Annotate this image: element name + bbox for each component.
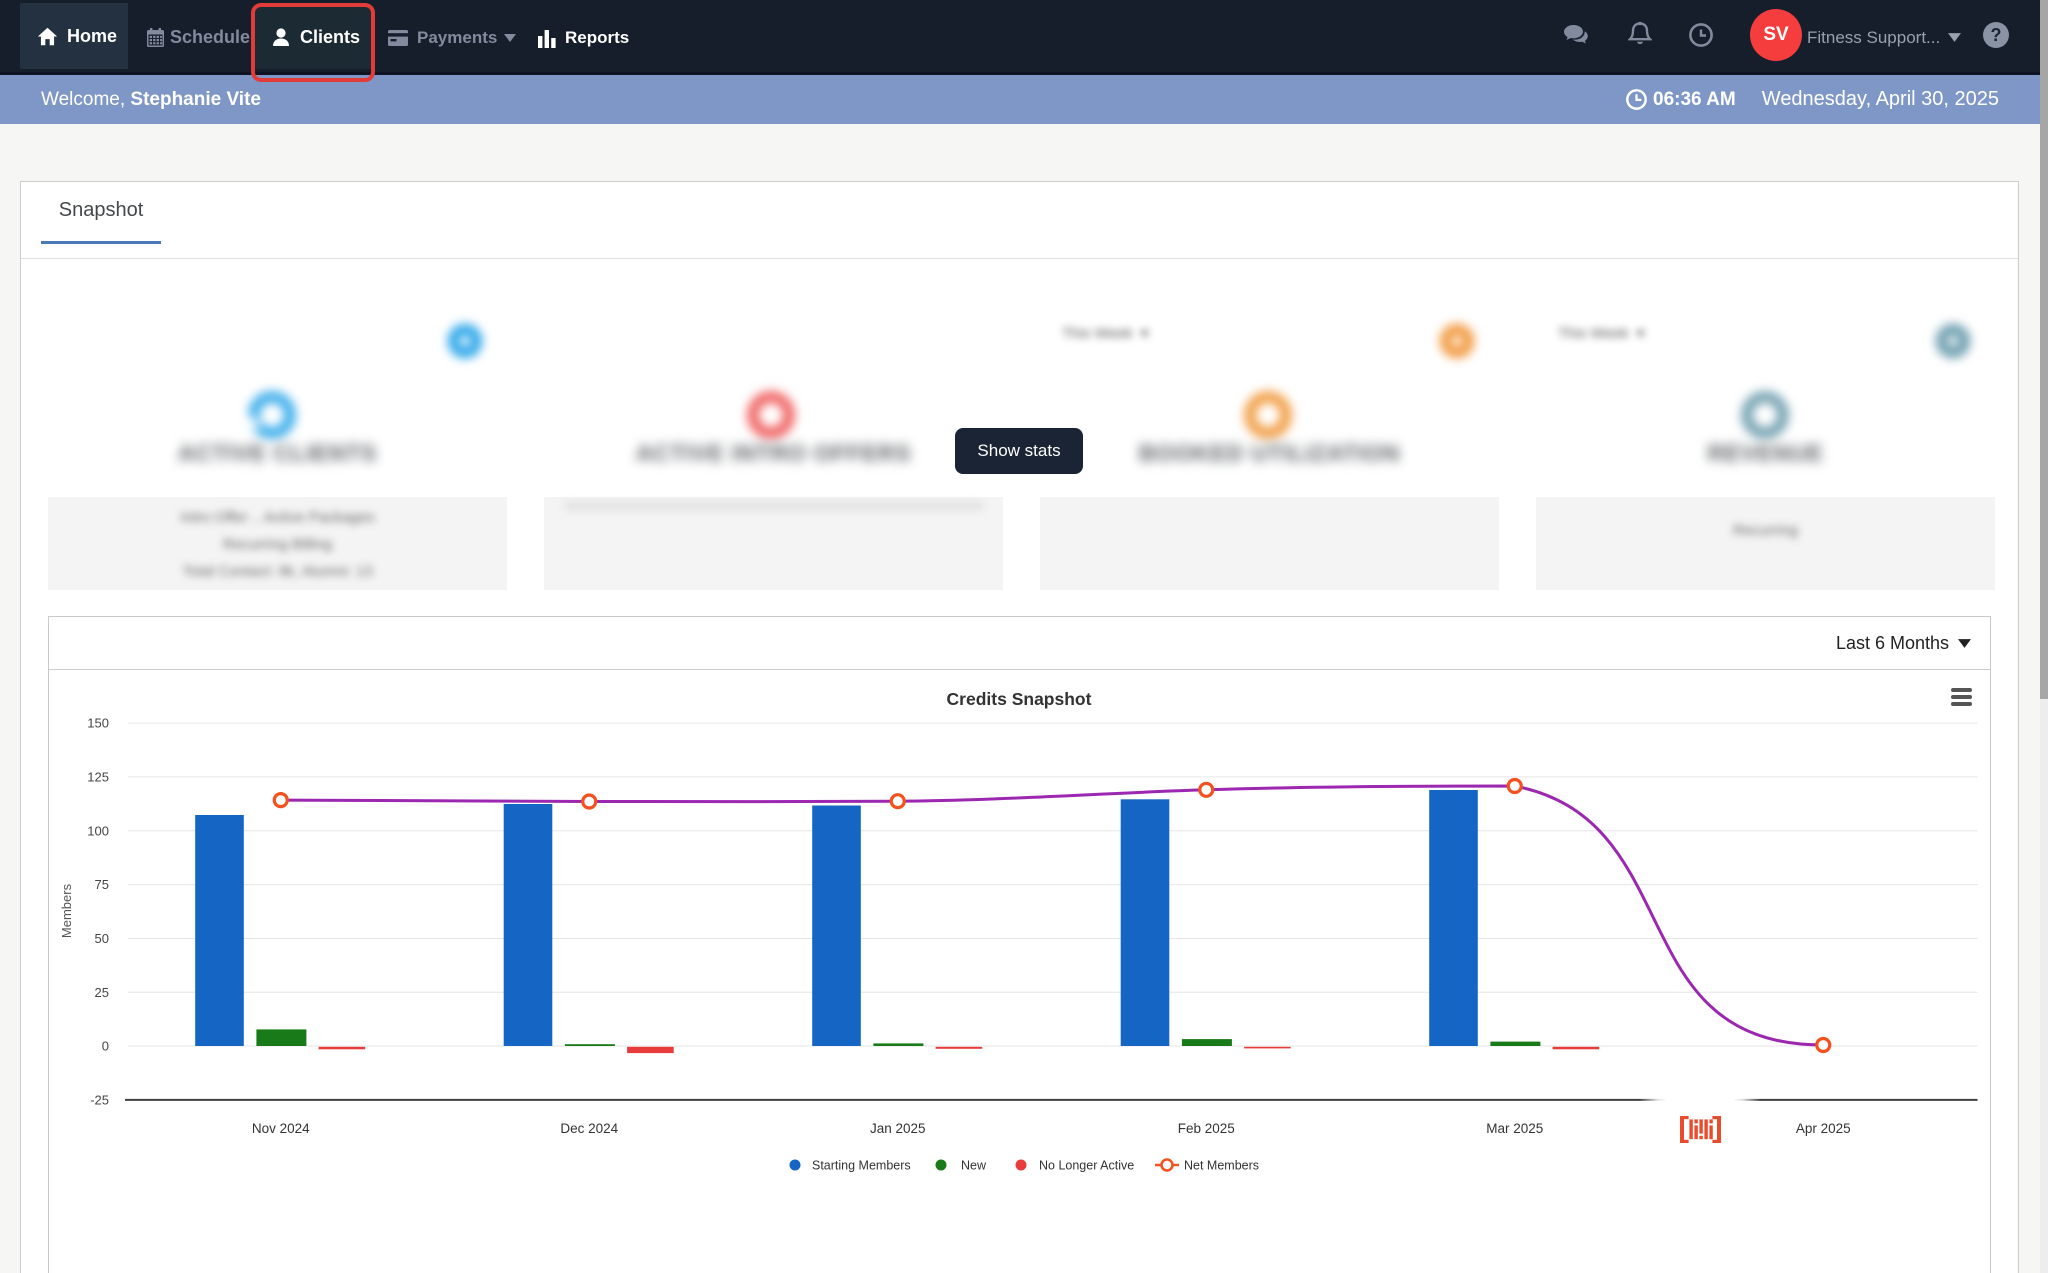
svg-text:Net Members: Net Members xyxy=(1184,1159,1259,1173)
svg-text:Mar 2025: Mar 2025 xyxy=(1486,1121,1543,1136)
svg-text:100: 100 xyxy=(87,823,109,838)
svg-text:Members: Members xyxy=(59,883,74,938)
svg-text:Starting Members: Starting Members xyxy=(812,1159,911,1173)
svg-text:125: 125 xyxy=(87,769,109,784)
svg-text:150: 150 xyxy=(87,716,109,731)
svg-text:Feb 2025: Feb 2025 xyxy=(1178,1121,1235,1136)
svg-text:75: 75 xyxy=(95,877,109,892)
svg-text:No Longer Active: No Longer Active xyxy=(1039,1159,1134,1173)
svg-text:Apr 2025: Apr 2025 xyxy=(1796,1121,1851,1136)
svg-text:25: 25 xyxy=(95,985,109,1000)
svg-text:50: 50 xyxy=(95,931,109,946)
svg-text:Dec 2024: Dec 2024 xyxy=(560,1121,618,1136)
svg-text:0: 0 xyxy=(102,1039,109,1054)
svg-text:-25: -25 xyxy=(90,1092,109,1107)
svg-text:Jan 2025: Jan 2025 xyxy=(870,1121,926,1136)
svg-text:New: New xyxy=(961,1159,987,1173)
svg-text:Nov 2024: Nov 2024 xyxy=(252,1121,310,1136)
svg-text:Credits Snapshot: Credits Snapshot xyxy=(947,689,1092,709)
